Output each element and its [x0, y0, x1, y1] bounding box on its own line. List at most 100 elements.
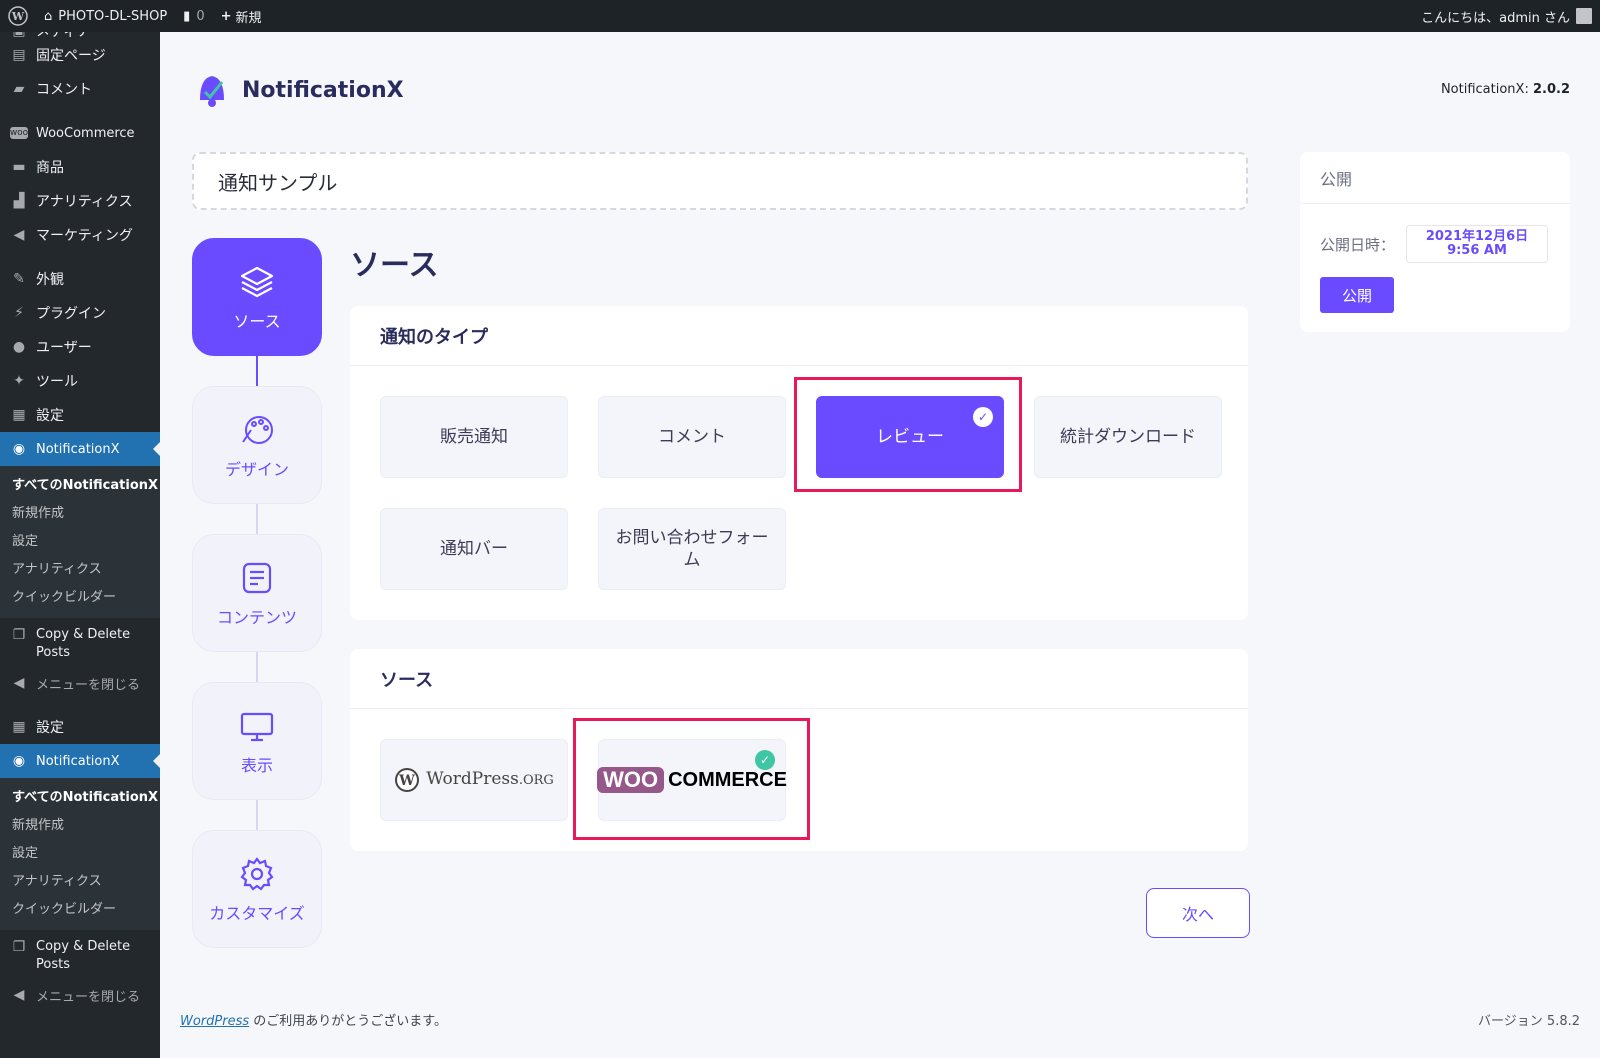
type-option-notification-bar[interactable]: 通知バー [380, 508, 568, 590]
sidebar-item-woocommerce[interactable]: woo WooCommerce [0, 116, 160, 150]
wordpress-link[interactable]: WordPress [180, 1014, 249, 1029]
step-display[interactable]: 表示 [192, 682, 322, 800]
sidebar-item-plugins[interactable]: ⚡ プラグイン [0, 296, 160, 330]
comment-bubble-icon: ▮ [183, 8, 191, 24]
sidebar-item-appearance[interactable]: ✎ 外観 [0, 262, 160, 296]
woo-icon: woo [9, 127, 29, 139]
notification-type-heading: 通知のタイプ [350, 306, 1248, 366]
step-content[interactable]: コンテンツ [192, 534, 322, 652]
submenu-all-notificationx[interactable]: すべてのNotificationX [0, 784, 160, 812]
type-option-comment[interactable]: コメント [598, 396, 786, 478]
settings-icon: ▦ [12, 719, 26, 735]
publish-date-picker[interactable]: 2021年12月6日 9:56 AM [1406, 225, 1548, 263]
avatar [1576, 8, 1592, 24]
wordpress-org-logo: W WordPress.ORG [394, 767, 554, 793]
sidebar-item-notificationx-2[interactable]: ◉ NotificationX [0, 744, 160, 778]
sidebar-item-pages[interactable]: ▤ 固定ページ [0, 38, 160, 72]
notificationx-submenu-2: すべてのNotificationX 新規作成 設定 アナリティクス クイックビル… [0, 778, 160, 930]
admin-sidebar: ▣ メディア ▤ 固定ページ ▰ コメント woo WooCommerce ▬ … [0, 32, 160, 1058]
source-option-wordpress[interactable]: W WordPress.ORG [380, 739, 568, 821]
main-content: NotificationX NotificationX: 2.0.2 通知サンプ… [160, 32, 1600, 1058]
section-title: ソース [350, 248, 439, 283]
step-customize[interactable]: カスタマイズ [192, 830, 322, 948]
notificationx-header: NotificationX [192, 70, 404, 110]
monitor-icon [237, 706, 277, 746]
publish-heading: 公開 [1300, 152, 1570, 204]
source-heading: ソース [350, 649, 1248, 709]
plugin-icon: ⚡ [14, 305, 24, 321]
svg-text:W: W [11, 10, 25, 23]
submenu-new[interactable]: 新規作成 [0, 500, 160, 528]
collapse-menu-button-2[interactable]: ◀ メニューを閉じる [0, 978, 160, 1012]
submenu-analytics[interactable]: アナリティクス [0, 868, 160, 896]
notificationx-logo-text: NotificationX [242, 77, 404, 103]
plus-icon: + [220, 8, 232, 24]
review-highlight-box [794, 377, 1022, 492]
step-connector [256, 504, 258, 534]
comment-icon: ▰ [13, 81, 25, 97]
step-source[interactable]: ソース [192, 238, 322, 356]
notificationx-logo-icon [200, 76, 224, 107]
comments-link[interactable]: ▮ 0 [175, 0, 212, 32]
sidebar-item-settings-2[interactable]: ▦ 設定 [0, 710, 160, 744]
products-icon: ▬ [12, 159, 26, 175]
home-icon: ⌂ [44, 8, 53, 24]
megaphone-icon: ◀ [13, 227, 25, 243]
gear-icon [237, 854, 277, 894]
collapse-icon: ◀ [13, 987, 25, 1003]
my-account-link[interactable]: こんにちは、admin さん [1413, 0, 1600, 32]
wordpress-logo-icon[interactable]: W [0, 0, 36, 32]
type-option-contact-form[interactable]: お問い合わせフォーム [598, 508, 786, 590]
footer-thanks: WordPress のご利用ありがとうございます。 [180, 1014, 447, 1029]
sidebar-item-tools[interactable]: ✦ ツール [0, 364, 160, 398]
palette-icon [237, 410, 277, 450]
publish-box: 公開 公開日時： 2021年12月6日 9:56 AM 公開 [1300, 152, 1570, 332]
publish-date-label: 公開日時： [1320, 236, 1396, 254]
footer-version: バージョン 5.8.2 [1478, 1014, 1580, 1029]
submenu-all-notificationx[interactable]: すべてのNotificationX [0, 472, 160, 500]
new-content-link[interactable]: + 新規 [213, 0, 270, 32]
chart-icon: ▟ [13, 193, 25, 209]
notification-title-input[interactable]: 通知サンプル [192, 152, 1248, 210]
collapse-icon: ◀ [13, 675, 25, 691]
copy-icon: ❐ [12, 939, 26, 955]
submenu-quick-builder[interactable]: クイックビルダー [0, 584, 160, 612]
sidebar-item-copy-delete-2[interactable]: ❐ Copy & Delete Posts [0, 930, 160, 978]
submenu-settings[interactable]: 設定 [0, 840, 160, 868]
type-option-sales[interactable]: 販売通知 [380, 396, 568, 478]
sidebar-item-copy-delete[interactable]: ❐ Copy & Delete Posts [0, 618, 160, 666]
notificationx-submenu: すべてのNotificationX 新規作成 設定 アナリティクス クイックビル… [0, 466, 160, 618]
submenu-quick-builder[interactable]: クイックビルダー [0, 896, 160, 924]
sidebar-item-marketing[interactable]: ◀ マーケティング [0, 218, 160, 252]
submenu-settings[interactable]: 設定 [0, 528, 160, 556]
sidebar-item-products[interactable]: ▬ 商品 [0, 150, 160, 184]
version-label: NotificationX: 2.0.2 [1440, 82, 1570, 97]
sidebar-item-settings[interactable]: ▦ 設定 [0, 398, 160, 432]
layers-icon [237, 262, 277, 302]
settings-icon: ▦ [12, 407, 26, 423]
svg-text:W: W [398, 773, 415, 789]
brush-icon: ✎ [13, 271, 25, 287]
submenu-analytics[interactable]: アナリティクス [0, 556, 160, 584]
type-option-download-stats[interactable]: 統計ダウンロード [1034, 396, 1222, 478]
site-name-link[interactable]: ⌂ PHOTO-DL-SHOP [36, 0, 175, 32]
wrench-icon: ✦ [13, 373, 25, 389]
next-button[interactable]: 次へ [1146, 888, 1250, 938]
sidebar-item-notificationx[interactable]: ◉ NotificationX [0, 432, 160, 466]
sidebar-item-analytics[interactable]: ▟ アナリティクス [0, 184, 160, 218]
publish-button[interactable]: 公開 [1320, 277, 1394, 313]
sidebar-item-users[interactable]: ● ユーザー [0, 330, 160, 364]
user-icon: ● [12, 339, 26, 355]
submenu-new[interactable]: 新規作成 [0, 812, 160, 840]
admin-bar: W ⌂ PHOTO-DL-SHOP ▮ 0 + 新規 こんにちは、admin さ… [0, 0, 1600, 32]
woocommerce-highlight-box [573, 718, 810, 840]
wordpress-icon: W [395, 768, 420, 792]
document-icon [237, 558, 277, 598]
page-icon: ▤ [12, 47, 26, 63]
collapse-menu-button[interactable]: ◀ メニューを閉じる [0, 666, 160, 700]
step-design[interactable]: デザイン [192, 386, 322, 504]
step-connector [256, 356, 258, 386]
sidebar-item-comments[interactable]: ▰ コメント [0, 72, 160, 106]
step-connector [256, 800, 258, 830]
notificationx-icon: ◉ [12, 441, 26, 457]
